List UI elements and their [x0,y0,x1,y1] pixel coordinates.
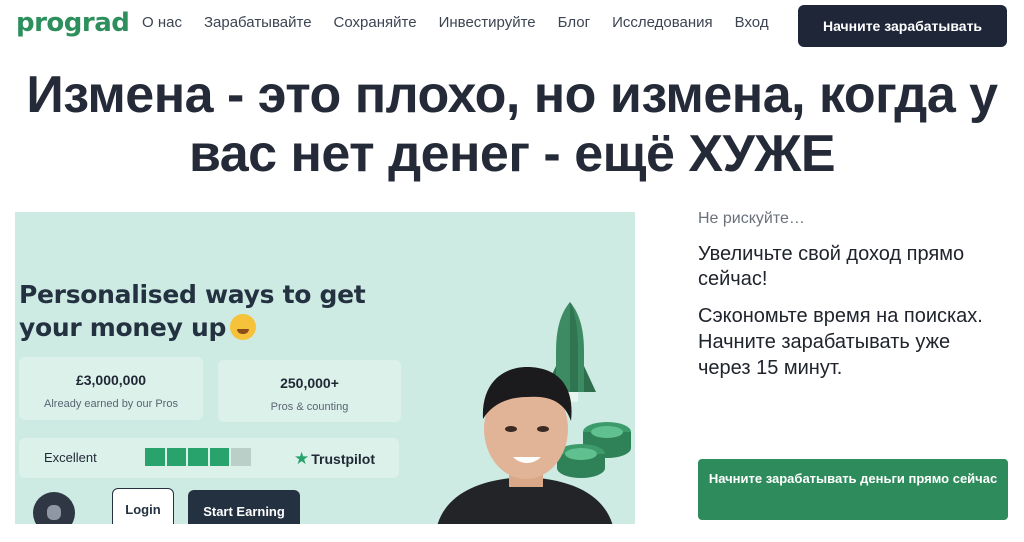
presenter-photo [437,367,613,524]
logo[interactable]: prograd [16,8,130,38]
nav-links: О нас Зарабатывайте Сохраняйте Инвестиру… [142,14,791,31]
nav-link-save[interactable]: Сохраняйте [334,14,417,31]
video-heading-line2: your money up [19,313,227,342]
start-earning-now-button[interactable]: Начните зарабатывать деньги прямо сейчас [698,459,1008,520]
video-login-button[interactable]: Login [112,488,174,524]
stat-card-earned: £3,000,000 Already earned by our Pros [19,357,203,420]
nav-link-research[interactable]: Исследования [612,14,713,31]
stat-card-pros: 250,000+ Pros & counting [218,360,401,422]
video-heading-line1: Personalised ways to get [19,280,366,309]
nav-link-login[interactable]: Вход [735,14,769,31]
nav-link-invest[interactable]: Инвестируйте [439,14,536,31]
rating-star-5 [231,448,251,466]
aside-lead: Увеличьте свой доход прямо сейчас! [698,243,965,290]
rating-star-3 [188,448,208,466]
top-nav: prograd О нас Зарабатывайте Сохраняйте И… [0,0,1024,52]
chat-bubble-icon[interactable] [33,492,75,524]
aside-kicker: Не рискуйте… [698,210,805,227]
page-title: Измена - это плохо, но измена, когда у в… [26,66,998,183]
money-mouth-face-icon [230,314,257,340]
trustpilot-label: Trustpilot [311,451,376,467]
start-earning-button[interactable]: Начните зарабатывать [798,5,1007,47]
stat-label: Already earned by our Pros [44,398,178,410]
rating-star-1 [145,448,165,466]
rating-label: Excellent [44,450,97,465]
trustpilot-logo: ★ Trustpilot [294,449,375,469]
stat-value: £3,000,000 [75,372,147,388]
nav-link-blog[interactable]: Блог [558,14,590,31]
stat-value: 250,000+ [280,375,339,391]
rating-bar [145,448,251,466]
nav-link-about[interactable]: О нас [142,14,182,31]
nav-link-earn[interactable]: Зарабатывайте [204,14,312,31]
rating-star-4 [209,448,230,466]
promo-video[interactable]: Personalised ways to get your money up £… [15,212,635,524]
star-icon: ★ [294,449,310,468]
rating-star-2 [166,448,187,466]
aside-body: Сэкономьте время на поисках. Начните зар… [698,305,983,379]
trustpilot-rating: Excellent ★ Trustpilot [19,438,399,478]
video-heading: Personalised ways to get your money up [19,278,366,344]
video-start-earning-button[interactable]: Start Earning [188,490,300,524]
aside-text: Не рискуйте… Увеличьте свой доход прямо … [698,210,1008,381]
stat-label: Pros & counting [270,401,349,413]
